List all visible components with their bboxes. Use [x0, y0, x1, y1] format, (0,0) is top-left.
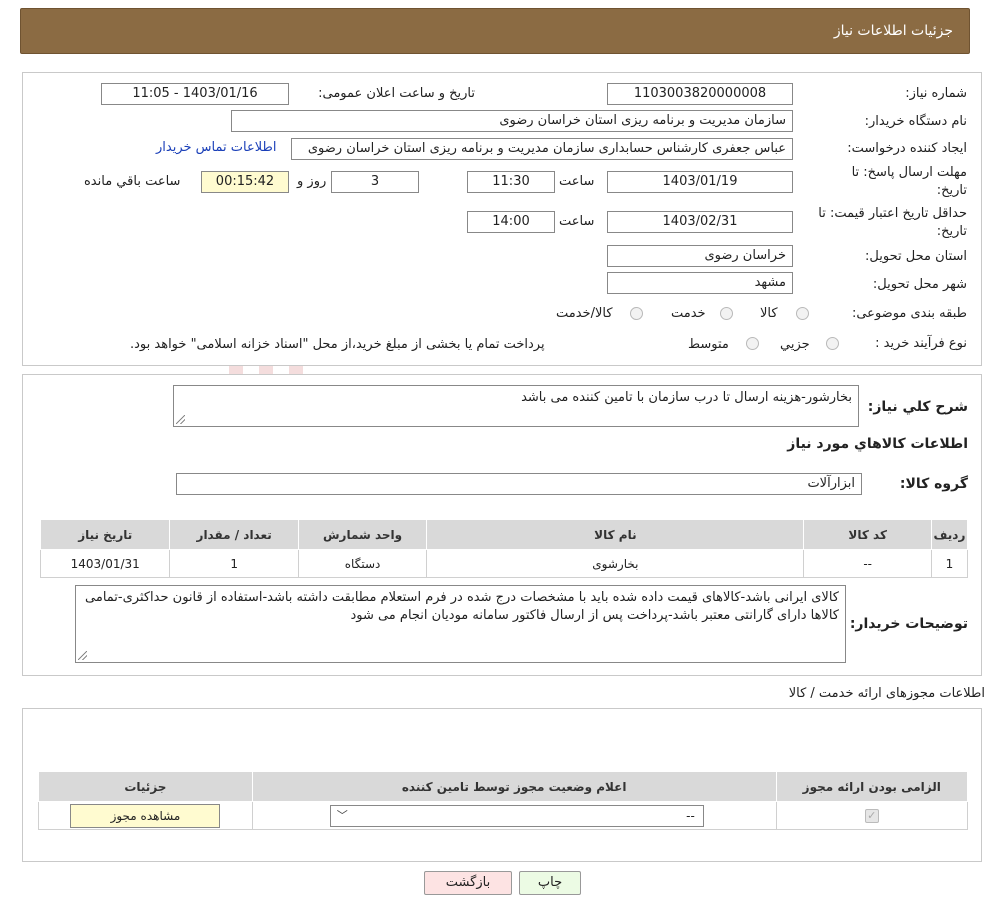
deadline-time-field: 11:30	[467, 171, 555, 193]
col-unit: واحد شمارش	[297, 519, 428, 550]
view-permit-button[interactable]: مشاهده مجوز	[70, 803, 221, 828]
col-quantity: تعداد / مقدار	[169, 519, 299, 550]
summary-label: شرح کلي نياز:	[867, 399, 968, 415]
process-note: پرداخت تمام یا بخشی از مبلغ خرید،از محل …	[130, 337, 545, 352]
process-label: نوع فرآیند خرید :	[875, 336, 967, 351]
col-permit-required: الزامی بودن ارائه مجوز	[775, 771, 969, 802]
validity-label: حداقل تاریخ اعتبار قیمت: تا	[818, 206, 967, 221]
process-radio-small[interactable]	[826, 337, 839, 350]
print-button-label: چاپ	[537, 875, 563, 890]
table-row: ✓ -- ﹀ مشاهده مجوز	[38, 801, 969, 830]
permit-status-select[interactable]: -- ﹀	[329, 804, 704, 827]
cell-unit: دستگاه	[297, 549, 428, 578]
remaining-word: ساعت باقي مانده	[84, 174, 181, 189]
resize-grip-icon[interactable]	[176, 415, 185, 424]
remaining-time-field: 00:15:42	[201, 171, 289, 193]
category-option-service: خدمت	[671, 306, 706, 321]
buyer-notes-textarea[interactable]: کالای ایرانی باشد-کالاهای قیمت داده شده …	[75, 585, 846, 663]
process-radio-medium[interactable]	[746, 337, 759, 350]
permit-required-checkbox[interactable]: ✓	[864, 809, 879, 823]
category-radio-goods-service[interactable]	[630, 307, 643, 320]
province-field: خراسان رضوی	[607, 245, 793, 267]
province-label: استان محل تحویل:	[865, 249, 967, 264]
buyer-org-field: سازمان مدیریت و برنامه ریزی استان خراسان…	[231, 110, 793, 132]
summary-textarea[interactable]: بخارشور-هزینه ارسال تا درب سازمان با تام…	[173, 385, 859, 427]
buyer-contact-link[interactable]: اطلاعات تماس خریدار	[156, 140, 276, 155]
cell-quantity: 1	[169, 549, 299, 578]
deadline-date-field: 1403/01/19	[607, 171, 793, 193]
col-row: رديف	[930, 519, 969, 550]
buyer-org-label: نام دستگاه خریدار:	[864, 114, 967, 129]
permit-status-value: --	[686, 808, 695, 823]
col-code: کد کالا	[803, 519, 932, 550]
announce-datetime-field: 1403/01/16 - 11:05	[101, 83, 289, 105]
permits-table: الزامی بودن ارائه مجوز اعلام وضعیت مجوز …	[38, 771, 969, 830]
chevron-down-icon: ﹀	[336, 808, 348, 822]
table-row: 1 -- بخارشوی دستگاه 1 1403/01/31	[39, 549, 969, 578]
col-name: نام کالا	[426, 519, 805, 550]
back-button-label: بازگشت	[445, 875, 491, 890]
page-header: جزئیات اطلاعات نیاز	[20, 8, 970, 54]
permits-title: اطلاعات مجوزهای ارائه خدمت / کالا	[788, 686, 985, 701]
cell-code: --	[803, 549, 932, 578]
buyer-notes-text: کالای ایرانی باشد-کالاهای قیمت داده شده …	[85, 590, 839, 623]
category-option-goods: کالا	[760, 306, 778, 321]
cell-row: 1	[930, 549, 969, 578]
permit-details-cell: مشاهده مجوز	[38, 801, 253, 830]
validity-label-date: تاریخ:	[936, 224, 967, 239]
cell-name: بخارشوی	[426, 549, 805, 578]
process-option-small: جزیي	[780, 337, 810, 352]
permits-table-header: الزامی بودن ارائه مجوز اعلام وضعیت مجوز …	[38, 771, 969, 802]
goods-table: رديف کد کالا نام کالا واحد شمارش تعداد /…	[39, 519, 969, 578]
validity-time-field: 14:00	[467, 211, 555, 233]
permit-status-cell: -- ﹀	[251, 801, 777, 830]
buyer-notes-label: توضیحات خریدار:	[849, 616, 968, 632]
creator-label: ایجاد کننده درخواست:	[847, 141, 967, 156]
print-button[interactable]: چاپ	[519, 871, 581, 895]
category-radio-service[interactable]	[720, 307, 733, 320]
back-button[interactable]: بازگشت	[424, 871, 512, 895]
days-word: روز و	[297, 174, 327, 189]
announce-datetime-label: تاریخ و ساعت اعلان عمومی:	[318, 86, 475, 101]
deadline-time-word: ساعت	[559, 174, 595, 189]
category-radio-goods[interactable]	[796, 307, 809, 320]
deadline-label-date: تاریخ:	[936, 183, 967, 198]
goods-group-field: ابزارآلات	[176, 473, 862, 495]
col-permit-status: اعلام وضعیت مجوز توسط تامین کننده	[251, 771, 777, 802]
need-number-field: 1103003820000008	[607, 83, 793, 105]
category-option-goods-service: کالا/خدمت	[556, 306, 613, 321]
col-permit-details: جزئیات	[38, 771, 253, 802]
cell-need-date: 1403/01/31	[39, 549, 171, 578]
creator-field: عباس جعفری کارشناس حسابداری سازمان مدیری…	[291, 138, 793, 160]
goods-table-header: رديف کد کالا نام کالا واحد شمارش تعداد /…	[39, 519, 969, 550]
days-remaining-field: 3	[331, 171, 419, 193]
validity-date-field: 1403/02/31	[607, 211, 793, 233]
deadline-label: مهلت ارسال پاسخ: تا	[851, 165, 967, 180]
summary-text: بخارشور-هزینه ارسال تا درب سازمان با تام…	[521, 390, 852, 405]
city-field: مشهد	[607, 272, 793, 294]
page-title: جزئیات اطلاعات نیاز	[833, 23, 953, 39]
category-label: طبقه بندی موضوعی:	[851, 306, 967, 321]
permit-required-cell: ✓	[775, 801, 969, 830]
process-option-medium: متوسط	[688, 337, 729, 352]
need-number-label: شماره نیاز:	[905, 86, 967, 101]
resize-grip-icon[interactable]	[78, 651, 87, 660]
city-label: شهر محل تحویل:	[872, 277, 967, 292]
view-permit-label: مشاهده مجوز	[110, 808, 181, 823]
validity-time-word: ساعت	[559, 214, 595, 229]
goods-info-title: اطلاعات کالاهاي مورد نياز	[787, 436, 968, 452]
goods-group-label: گروه کالا:	[899, 476, 968, 492]
col-need-date: تاریخ نیاز	[39, 519, 171, 550]
